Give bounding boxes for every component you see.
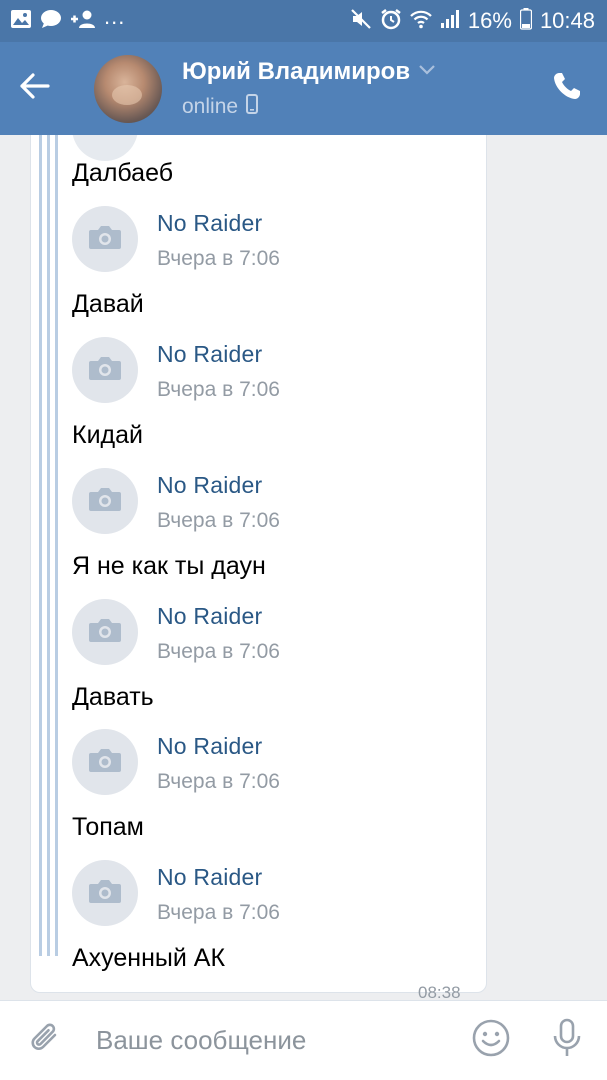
chat-bubble-icon xyxy=(40,9,62,34)
camera-icon xyxy=(88,486,122,517)
forward-author-name[interactable]: No Raider xyxy=(157,472,262,499)
forward-author-name[interactable]: No Raider xyxy=(157,733,262,760)
contact-avatar[interactable] xyxy=(94,54,162,123)
message-text: Давай xyxy=(72,290,144,318)
forward-time: Вчера в 7:06 xyxy=(157,770,280,793)
gallery-icon xyxy=(10,9,32,34)
status-bar-right: 16% 10:48 xyxy=(350,7,595,35)
battery-percent: 16% xyxy=(467,8,512,33)
message-text: Кидай xyxy=(72,421,143,449)
back-arrow-icon xyxy=(20,73,50,104)
forward-time: Вчера в 7:06 xyxy=(157,378,280,401)
forward-author-name[interactable]: No Raider xyxy=(157,864,262,891)
camera-icon xyxy=(88,224,122,255)
forward-author-name[interactable]: No Raider xyxy=(157,341,262,368)
microphone-icon xyxy=(552,1018,582,1063)
status-time: 10:48 xyxy=(539,8,595,33)
status-bar-left: ... xyxy=(10,4,125,34)
forward-avatar[interactable] xyxy=(72,599,138,665)
contact-info[interactable]: Юрий Владимиров online xyxy=(182,58,527,119)
forward-time: Вчера в 7:06 xyxy=(157,901,280,924)
signal-icon xyxy=(440,9,460,34)
message-text: Топам xyxy=(72,813,144,841)
forward-time: Вчера в 7:06 xyxy=(157,640,280,663)
message-input[interactable] xyxy=(90,1010,455,1071)
forward-avatar[interactable] xyxy=(72,860,138,926)
composer xyxy=(0,1000,607,1080)
wifi-icon xyxy=(410,9,432,34)
contact-status: online xyxy=(182,94,239,118)
message-time: 08:38 xyxy=(418,983,461,1000)
forward-line xyxy=(55,135,58,956)
forward-author-name[interactable]: No Raider xyxy=(157,603,262,630)
call-button[interactable] xyxy=(527,42,607,135)
camera-icon xyxy=(88,355,122,386)
battery-icon xyxy=(519,7,533,35)
forward-time: Вчера в 7:06 xyxy=(157,247,280,270)
forward-line xyxy=(39,135,42,956)
alarm-icon xyxy=(380,8,402,35)
attach-button[interactable] xyxy=(0,1001,90,1080)
smiley-icon xyxy=(472,1019,510,1062)
contact-name: Юрий Владимиров xyxy=(182,58,411,85)
camera-icon xyxy=(88,617,122,648)
message-text: Далбаеб xyxy=(72,159,174,187)
back-button[interactable] xyxy=(0,42,70,135)
forward-time: Вчера в 7:06 xyxy=(157,509,280,532)
forward-author-name[interactable]: No Raider xyxy=(157,210,262,237)
more-notifications: ... xyxy=(104,4,126,29)
add-person-icon xyxy=(70,9,96,34)
paperclip-icon xyxy=(29,1020,61,1061)
mute-icon xyxy=(350,8,372,35)
chevron-down-icon xyxy=(418,63,436,81)
forward-line xyxy=(47,135,50,956)
status-bar: ... 16% 10:48 xyxy=(0,0,607,42)
message-text: Давать xyxy=(72,683,154,711)
emoji-button[interactable] xyxy=(455,1001,527,1080)
mobile-phone-icon xyxy=(246,94,259,119)
message-list[interactable]: Далбаеб No Raider Вчера в 7:06 Давай No … xyxy=(0,135,607,1000)
chat-header: Юрий Владимиров online xyxy=(0,42,607,135)
voice-message-button[interactable] xyxy=(527,1001,607,1080)
message-text: Я не как ты даун xyxy=(72,552,266,580)
camera-icon xyxy=(88,878,122,909)
forward-avatar[interactable] xyxy=(72,337,138,403)
forward-avatar[interactable] xyxy=(72,468,138,534)
camera-icon xyxy=(88,747,122,778)
message-text: Ахуенный АК xyxy=(72,944,226,972)
forward-avatar[interactable] xyxy=(72,206,138,272)
forward-avatar[interactable] xyxy=(72,729,138,795)
phone-icon xyxy=(552,71,582,106)
